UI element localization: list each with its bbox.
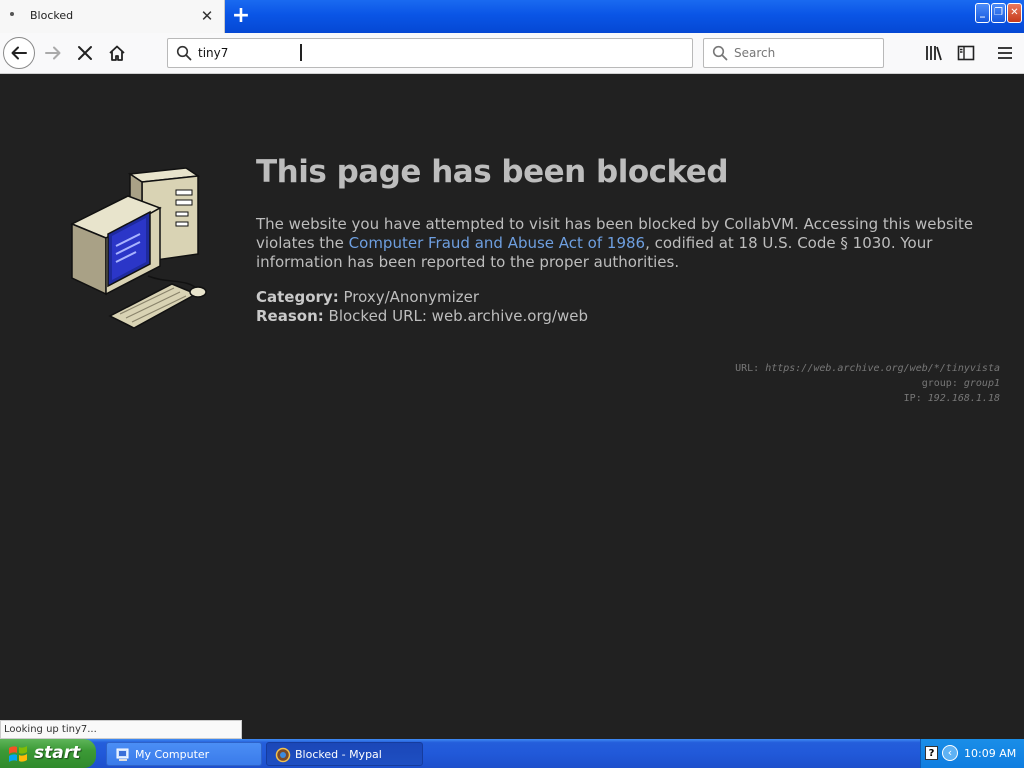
category-row: Category: Proxy/Anonymizer <box>256 288 588 307</box>
debug-group-row: group: group1 <box>735 376 1000 391</box>
back-button[interactable] <box>3 37 35 69</box>
reason-row: Reason: Blocked URL: web.archive.org/web <box>256 307 588 326</box>
loading-icon <box>10 12 14 16</box>
debug-group-label: group: <box>921 378 958 389</box>
status-bar: Looking up tiny7... <box>0 720 242 739</box>
reason-value: Blocked URL: web.archive.org/web <box>328 307 588 325</box>
stop-button[interactable] <box>70 38 100 68</box>
debug-group-value: group1 <box>963 378 1000 389</box>
debug-ip-row: IP: 192.168.1.18 <box>735 391 1000 406</box>
library-icon[interactable] <box>924 43 944 63</box>
taskbar-item-label: Blocked - Mypal <box>295 748 382 761</box>
page-title: This page has been blocked <box>256 154 729 190</box>
maximize-button[interactable]: ❐ <box>991 3 1006 23</box>
debug-url-row: URL: https://web.archive.org/web/*/tinyv… <box>735 361 1000 376</box>
back-arrow-icon <box>11 46 27 60</box>
computer-icon <box>70 167 207 329</box>
forward-arrow-icon <box>45 46 61 60</box>
system-tray: ? ‹ 10:09 AM <box>920 739 1024 768</box>
taskbar-item-mypal[interactable]: Blocked - Mypal <box>266 742 423 766</box>
taskbar-item-my-computer[interactable]: My Computer <box>106 742 262 766</box>
taskbar-item-label: My Computer <box>135 748 210 761</box>
show-hidden-icons-chevron-icon[interactable]: ‹ <box>942 745 958 761</box>
tab-title: Blocked <box>30 9 74 22</box>
block-details: Category: Proxy/Anonymizer Reason: Block… <box>256 288 588 326</box>
sidebar-icon[interactable] <box>956 43 976 63</box>
taskbar: start My Computer Blocked - Mypal ? ‹ 10… <box>0 739 1024 768</box>
debug-url-value: https://web.archive.org/web/*/tinyvista <box>765 363 1000 374</box>
forward-button[interactable] <box>38 38 68 68</box>
search-icon <box>712 45 728 61</box>
url-input[interactable]: tiny7 <box>198 46 228 60</box>
reason-label: Reason: <box>256 307 324 325</box>
debug-info: URL: https://web.archive.org/web/*/tinyv… <box>735 361 1000 406</box>
help-icon[interactable]: ? <box>925 746 938 760</box>
my-computer-icon <box>116 748 129 761</box>
start-label: start <box>34 743 81 763</box>
new-tab-button[interactable]: + <box>230 4 252 28</box>
block-description: The website you have attempted to visit … <box>256 215 996 272</box>
home-button[interactable] <box>102 38 132 68</box>
close-tab-icon[interactable]: ✕ <box>199 8 215 24</box>
text-cursor-icon <box>300 44 302 61</box>
search-bar[interactable]: Search <box>703 38 884 68</box>
debug-ip-value: 192.168.1.18 <box>927 393 1000 404</box>
search-icon <box>176 45 192 61</box>
tab-strip: Blocked ✕ + _ ❐ ✕ <box>0 0 1024 33</box>
window-close-button[interactable]: ✕ <box>1007 3 1022 23</box>
category-label: Category: <box>256 288 339 306</box>
search-input[interactable]: Search <box>734 46 775 60</box>
category-value: Proxy/Anonymizer <box>343 288 480 306</box>
url-bar[interactable]: tiny7 <box>167 38 693 68</box>
home-icon <box>109 45 125 61</box>
nav-toolbar: tiny7 Search <box>0 33 1024 74</box>
cfaa-link[interactable]: Computer Fraud and Abuse Act of 1986 <box>349 234 645 252</box>
stop-icon <box>78 46 92 60</box>
page-content: This page has been blocked The website y… <box>0 74 1024 720</box>
minimize-button[interactable]: _ <box>975 3 990 23</box>
clock: 10:09 AM <box>964 747 1017 760</box>
start-button[interactable]: start <box>0 739 96 768</box>
windows-logo-icon <box>9 746 27 762</box>
debug-ip-label: IP: <box>903 393 922 404</box>
mypal-browser-icon <box>275 747 291 763</box>
debug-url-label: URL: <box>735 363 760 374</box>
tab-blocked[interactable]: Blocked ✕ <box>0 0 225 33</box>
hamburger-menu-icon[interactable] <box>995 43 1015 63</box>
